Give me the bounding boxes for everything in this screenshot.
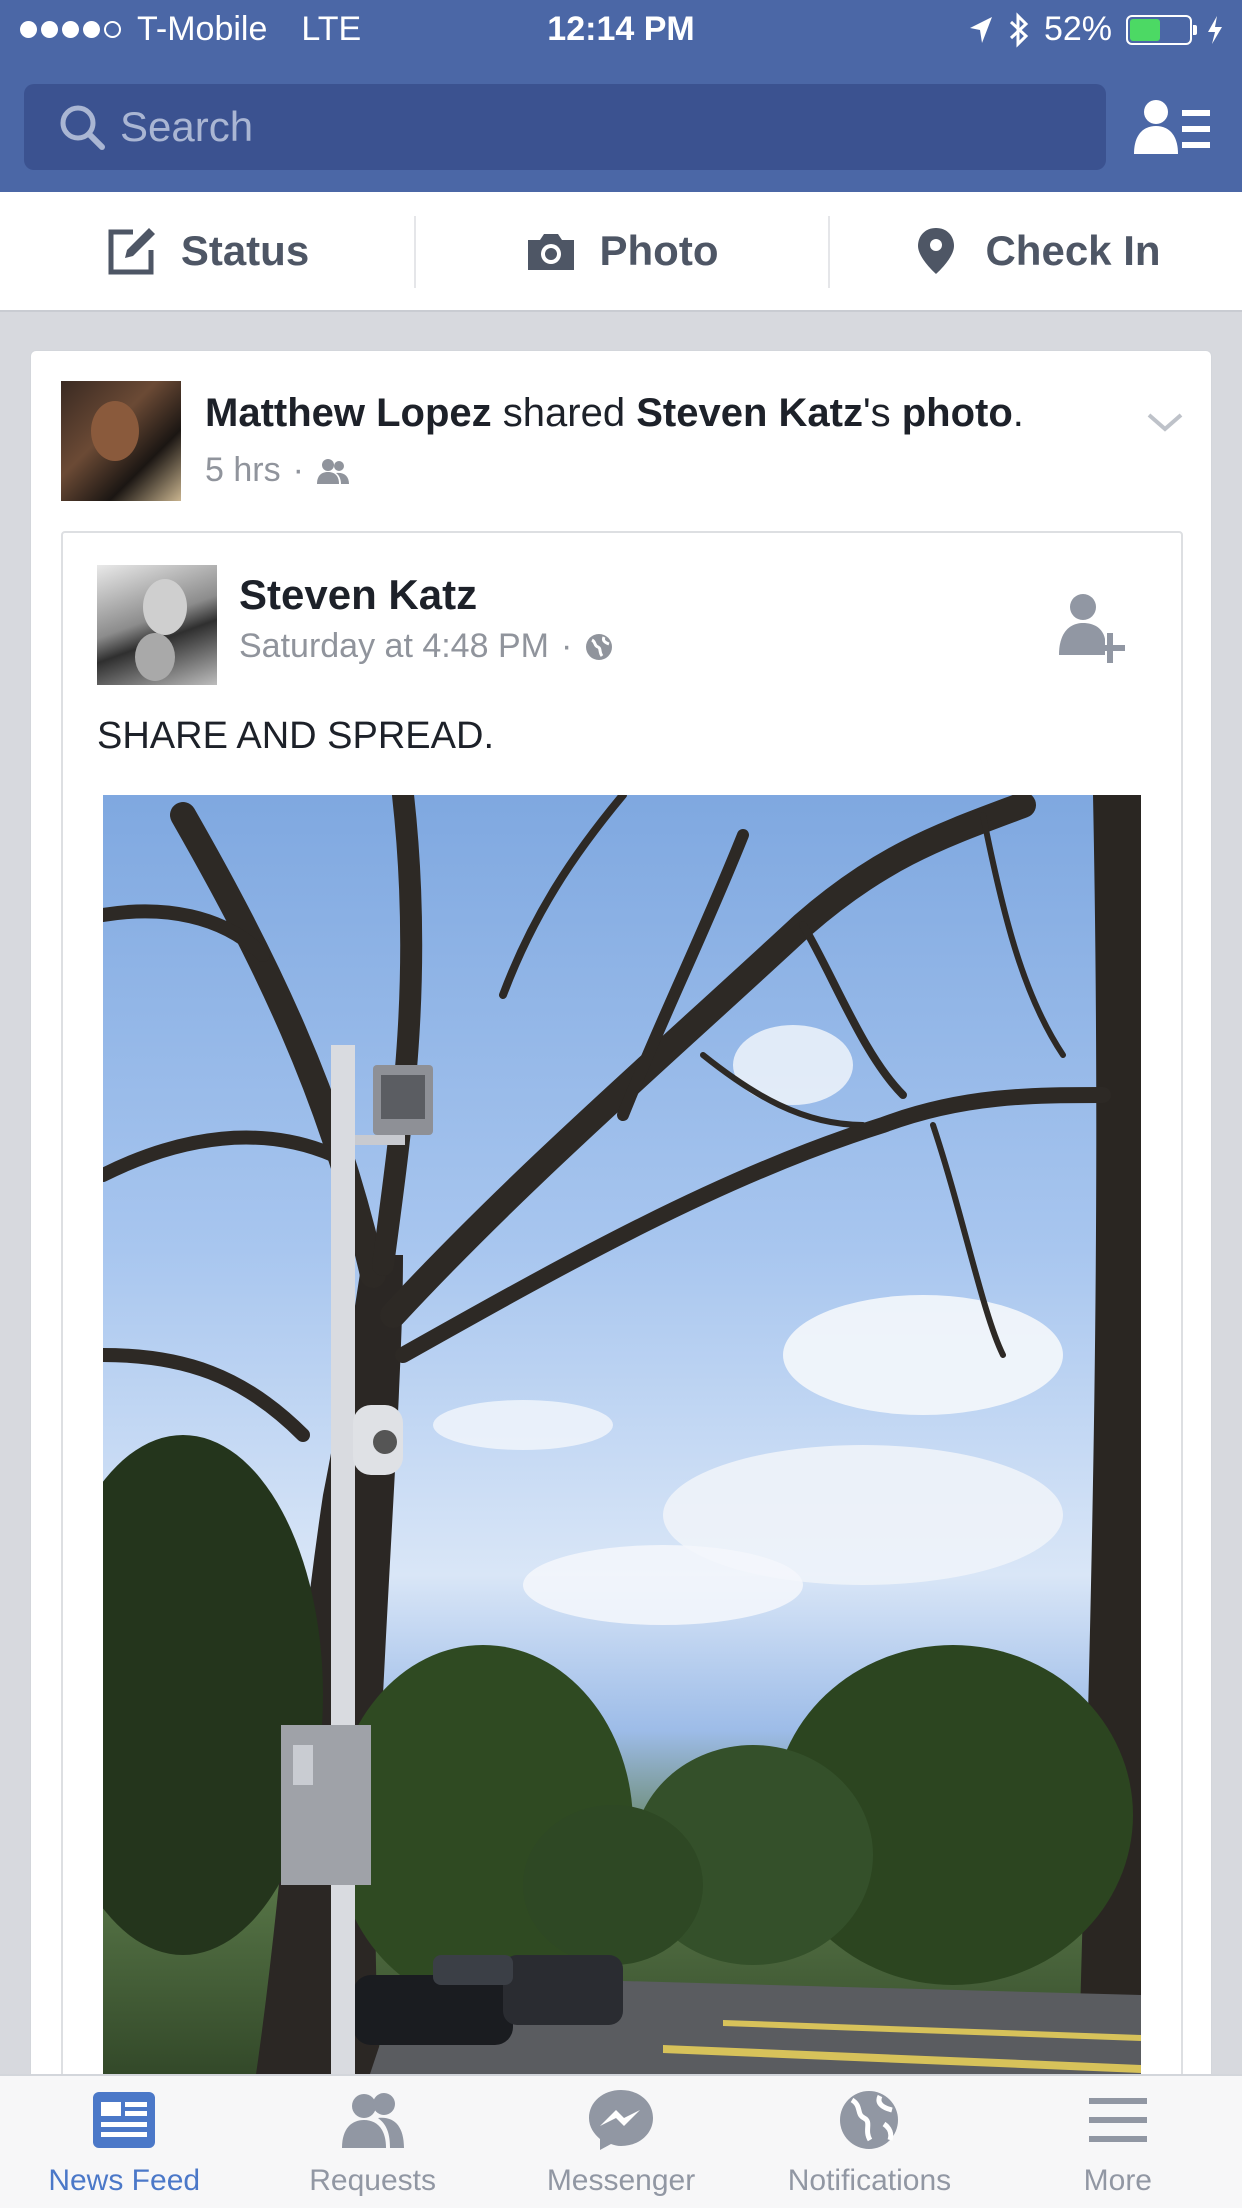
location-icon <box>969 16 992 43</box>
search-icon <box>60 105 105 150</box>
battery-percent: 52% <box>1043 10 1112 48</box>
avatar[interactable] <box>97 565 217 685</box>
chevron-down-icon[interactable] <box>1145 407 1185 437</box>
location-pin-icon <box>918 228 955 274</box>
friend-requests-icon <box>341 2093 404 2148</box>
globe-icon <box>586 633 613 660</box>
owner-name[interactable]: Steven Katz <box>636 391 863 435</box>
tab-messenger[interactable]: Messenger <box>497 2076 745 2208</box>
feed-story: Matthew Lopez shared Steven Katz's photo… <box>30 350 1212 2200</box>
tab-notifications[interactable]: Notifications <box>745 2076 993 2208</box>
tab-label: News Feed <box>48 2164 201 2197</box>
tab-requests[interactable]: Requests <box>248 2076 496 2208</box>
add-friend-icon[interactable] <box>1055 589 1131 665</box>
status-right: 52% <box>968 10 1224 49</box>
tab-label: Requests <box>309 2164 436 2197</box>
news-feed-icon <box>93 2092 156 2148</box>
story-meta: 5 hrs · <box>205 451 350 490</box>
bluetooth-icon <box>1009 11 1029 48</box>
actor-name[interactable]: Matthew Lopez <box>205 391 492 435</box>
post-author[interactable]: Steven Katz <box>239 571 477 619</box>
avatar[interactable] <box>61 381 181 501</box>
camera-icon <box>527 234 574 270</box>
status-label: Status <box>180 227 310 274</box>
status-button[interactable]: Status <box>0 192 414 310</box>
friends-list-icon[interactable] <box>1132 96 1212 160</box>
post-timestamp[interactable]: Saturday at 4:48 PM <box>239 627 549 666</box>
post-text: SHARE AND SPREAD. <box>97 715 494 757</box>
messenger-icon <box>589 2090 654 2150</box>
search-input[interactable]: Search <box>120 103 253 151</box>
photo-scene <box>103 795 1141 2095</box>
tab-more[interactable]: More <box>994 2076 1242 2208</box>
post-meta: Saturday at 4:48 PM · <box>239 627 614 666</box>
composer-bar: Status Photo Check In <box>0 192 1242 312</box>
tab-label: Notifications <box>787 2164 952 2197</box>
globe-icon <box>840 2091 899 2149</box>
battery-icon <box>1126 14 1197 45</box>
timestamp[interactable]: 5 hrs <box>205 451 281 490</box>
post-photo[interactable] <box>103 795 1141 2095</box>
check-in-label: Check In <box>985 227 1161 274</box>
check-in-button[interactable]: Check In <box>828 192 1242 310</box>
shared-post[interactable]: Steven Katz Saturday at 4:48 PM · SHARE … <box>61 531 1183 2199</box>
tab-news-feed[interactable]: News Feed <box>0 2076 248 2208</box>
top-header: T-Mobile LTE 12:14 PM 52% Search <box>0 0 1242 192</box>
charging-icon <box>1208 15 1222 44</box>
status-bar: T-Mobile LTE 12:14 PM 52% <box>0 0 1242 60</box>
tab-label: More <box>1083 2164 1152 2197</box>
story-headline: Matthew Lopez shared Steven Katz's photo… <box>205 391 1024 435</box>
friends-audience-icon <box>316 458 349 484</box>
search-bar[interactable]: Search <box>24 84 1106 170</box>
menu-icon <box>1088 2098 1147 2142</box>
photo-link[interactable]: photo <box>902 391 1013 435</box>
tab-bar: News Feed Requests Messenger Notificatio… <box>0 2074 1242 2208</box>
edit-icon <box>108 228 155 275</box>
tab-label: Messenger <box>546 2164 696 2197</box>
photo-button[interactable]: Photo <box>414 192 828 310</box>
photo-label: Photo <box>599 227 719 274</box>
